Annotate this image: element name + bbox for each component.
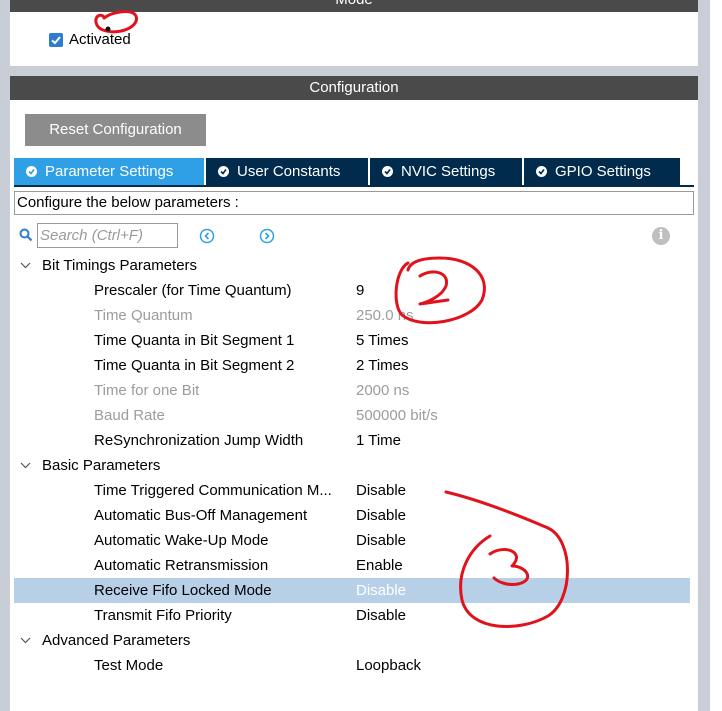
param-value[interactable]: 9: [356, 278, 364, 303]
tab-parameter-settings[interactable]: Parameter Settings: [14, 158, 206, 185]
group-label: Basic Parameters: [42, 457, 161, 474]
param-name: Test Mode: [94, 657, 164, 674]
param-row-auto-retransmission[interactable]: Automatic Retransmission Enable: [14, 553, 690, 578]
param-row-time-quantum[interactable]: Time Quantum 250.0 ns: [14, 303, 690, 328]
param-row-bit-segment-2[interactable]: Time Quanta in Bit Segment 2 2 Times: [14, 353, 690, 378]
param-value: 2000 ns: [356, 382, 410, 399]
param-value[interactable]: 2 Times: [356, 353, 409, 378]
tab-nvic-settings[interactable]: NVIC Settings: [370, 158, 524, 185]
param-name: Transmit Fifo Priority: [94, 607, 232, 624]
param-value[interactable]: Loopback: [356, 653, 421, 678]
tab-label: Parameter Settings: [45, 163, 174, 180]
param-value[interactable]: Disable: [356, 528, 406, 553]
param-name: Time for one Bit: [94, 382, 200, 399]
param-value[interactable]: Enable: [356, 553, 403, 578]
activated-checkbox[interactable]: [49, 33, 63, 47]
group-label: Advanced Parameters: [42, 632, 191, 649]
panel-separator: [0, 66, 710, 76]
param-name: Baud Rate: [94, 407, 165, 424]
check-circle-icon: [536, 166, 547, 177]
group-basic-parameters[interactable]: Basic Parameters: [14, 453, 690, 478]
param-row-test-mode[interactable]: Test Mode Loopback: [14, 653, 690, 678]
param-value: 500000 bit/s: [356, 407, 438, 424]
mode-header: Mode: [10, 0, 698, 12]
check-circle-icon: [218, 166, 229, 177]
param-name: Automatic Bus-Off Management: [94, 507, 308, 524]
param-value[interactable]: 5 Times: [356, 328, 409, 353]
param-name: Prescaler (for Time Quantum): [94, 282, 292, 299]
tab-label: User Constants: [237, 163, 341, 180]
tab-label: NVIC Settings: [401, 163, 496, 180]
search-icon: [19, 228, 33, 242]
param-row-bit-segment-1[interactable]: Time Quanta in Bit Segment 1 5 Times: [14, 328, 690, 353]
param-row-prescaler[interactable]: Prescaler (for Time Quantum) 9: [14, 278, 690, 303]
chevron-down-icon: [20, 262, 31, 269]
param-value[interactable]: Disable: [356, 603, 406, 628]
tab-gpio-settings[interactable]: GPIO Settings: [524, 158, 680, 185]
param-name: Receive Fifo Locked Mode: [94, 582, 272, 599]
param-row-sjw[interactable]: ReSynchronization Jump Width 1 Time: [14, 428, 690, 453]
chevron-left-circle-icon[interactable]: [199, 228, 215, 244]
check-circle-icon: [382, 166, 393, 177]
tab-label: GPIO Settings: [555, 163, 651, 180]
checkmark-icon: [51, 36, 61, 45]
group-advanced-parameters[interactable]: Advanced Parameters: [14, 628, 690, 653]
group-label: Bit Timings Parameters: [42, 257, 198, 274]
param-row-awum[interactable]: Automatic Wake-Up Mode Disable: [14, 528, 690, 553]
param-name: Time Quanta in Bit Segment 2: [94, 357, 295, 374]
settings-tabs: Parameter Settings User Constants NVIC S…: [14, 158, 680, 185]
search-input[interactable]: Search (Ctrl+F): [37, 223, 178, 248]
param-name: ReSynchronization Jump Width: [94, 432, 304, 449]
chevron-down-icon: [20, 637, 31, 644]
param-value[interactable]: Disable: [356, 578, 406, 603]
param-name: Automatic Retransmission: [94, 557, 269, 574]
param-row-transmit-fifo-priority[interactable]: Transmit Fifo Priority Disable: [14, 603, 690, 628]
param-row-time-for-one-bit[interactable]: Time for one Bit 2000 ns: [14, 378, 690, 403]
param-row-abom[interactable]: Automatic Bus-Off Management Disable: [14, 503, 690, 528]
param-name: Time Triggered Communication M...: [94, 482, 332, 499]
param-value[interactable]: Disable: [356, 478, 406, 503]
param-name: Automatic Wake-Up Mode: [94, 532, 269, 549]
tab-user-constants[interactable]: User Constants: [206, 158, 370, 185]
group-bit-timings[interactable]: Bit Timings Parameters: [14, 253, 690, 278]
mode-title: Mode: [335, 0, 373, 8]
window-frame: [0, 0, 10, 711]
chevron-down-icon: [20, 462, 31, 469]
configuration-title: Configuration: [309, 79, 399, 96]
param-value[interactable]: Disable: [356, 503, 406, 528]
reset-configuration-button[interactable]: Reset Configuration: [25, 114, 206, 146]
param-name: Time Quanta in Bit Segment 1: [94, 332, 295, 349]
param-value: 250.0 ns: [356, 307, 414, 324]
param-row-baud-rate[interactable]: Baud Rate 500000 bit/s: [14, 403, 690, 428]
param-value[interactable]: 1 Time: [356, 428, 401, 453]
info-icon[interactable]: i: [652, 227, 670, 245]
configure-instruction: Configure the below parameters :: [14, 191, 694, 215]
window-frame: [698, 0, 710, 711]
tab-underline: [14, 185, 694, 187]
check-circle-icon: [26, 166, 37, 177]
param-row-receive-fifo-locked[interactable]: Receive Fifo Locked Mode Disable: [14, 578, 690, 603]
param-row-ttcm[interactable]: Time Triggered Communication M... Disabl…: [14, 478, 690, 503]
param-name: Time Quantum: [94, 307, 193, 324]
activated-label[interactable]: Activated: [69, 31, 131, 48]
configuration-header: Configuration: [10, 76, 698, 100]
chevron-right-circle-icon[interactable]: [259, 228, 275, 244]
